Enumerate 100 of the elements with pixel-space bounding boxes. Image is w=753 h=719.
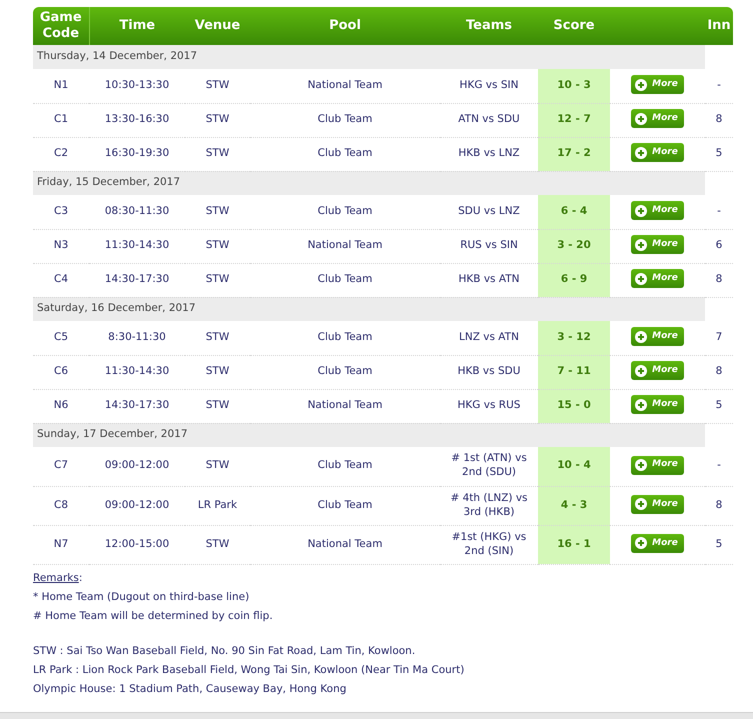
innings-text: - bbox=[717, 204, 721, 218]
score-header: Score bbox=[553, 18, 595, 33]
more-button[interactable]: More bbox=[631, 201, 684, 220]
more-button[interactable]: More bbox=[631, 456, 684, 475]
venue-address: LR Park : Lion Rock Park Baseball Field, Wong Tai Sin, Kowloon (Near Tin Ma Court) bbox=[33, 662, 464, 678]
pool-text: Club Team bbox=[318, 272, 372, 286]
teams-text: HKB vs ATN bbox=[458, 272, 520, 286]
pool-text: National Team bbox=[308, 398, 382, 412]
pool-text: Club Team bbox=[318, 112, 372, 126]
innings-text: 6 bbox=[716, 238, 722, 252]
teams-header: Teams bbox=[466, 18, 512, 33]
venue-text: STW bbox=[206, 398, 230, 412]
remarks-heading: Remarks: bbox=[33, 570, 82, 586]
more-button[interactable]: More bbox=[631, 109, 684, 128]
game-code: C6 bbox=[54, 364, 68, 378]
more-button[interactable]: More bbox=[631, 75, 684, 94]
score-text: 12 - 7 bbox=[557, 112, 591, 126]
time-header: Time bbox=[119, 18, 156, 33]
score-text: 3 - 20 bbox=[557, 238, 591, 252]
innings-text: 8 bbox=[716, 498, 722, 512]
plus-icon bbox=[635, 112, 648, 125]
game-time: 16:30-19:30 bbox=[104, 146, 170, 160]
venue-text: STW bbox=[206, 238, 230, 252]
game-time: 14:30-17:30 bbox=[104, 272, 170, 286]
pool-text: Club Team bbox=[318, 458, 372, 472]
teams-text: LNZ vs ATN bbox=[459, 330, 519, 344]
more-button[interactable]: More bbox=[631, 269, 684, 288]
venue-address: Olympic House: 1 Stadium Path, Causeway Bay, Hong Kong bbox=[33, 682, 346, 696]
venue-text: STW bbox=[206, 78, 230, 92]
score-text: 17 - 2 bbox=[557, 146, 591, 160]
game-code: C3 bbox=[54, 204, 68, 218]
innings-text: 5 bbox=[716, 536, 722, 551]
innings-text: - bbox=[717, 458, 721, 472]
game-code: N6 bbox=[54, 398, 68, 412]
inn-header: Inn bbox=[707, 18, 731, 33]
teams-text: HKB vs LNZ bbox=[458, 146, 520, 160]
game-code: N7 bbox=[54, 536, 68, 551]
pool-text: National Team bbox=[308, 78, 382, 92]
date-row: Saturday, 16 December, 2017 bbox=[33, 297, 705, 321]
plus-icon bbox=[635, 537, 648, 550]
teams-text: HKG vs SIN bbox=[460, 78, 518, 92]
score-text: 3 - 12 bbox=[557, 330, 591, 344]
teams-text: #1st (HKG) vs 2nd (SIN) bbox=[450, 530, 528, 558]
score-text: 6 - 9 bbox=[560, 272, 588, 286]
game-code: C7 bbox=[54, 458, 68, 472]
more-button[interactable]: More bbox=[631, 361, 684, 380]
more-button[interactable]: More bbox=[631, 534, 684, 553]
code-header: Game Code bbox=[40, 10, 82, 41]
remark-text: * Home Team (Dugout on third-base line) bbox=[33, 590, 250, 604]
game-time: 14:30-17:30 bbox=[104, 398, 170, 412]
game-code: C2 bbox=[54, 146, 68, 160]
innings-text: 8 bbox=[716, 364, 722, 378]
more-button[interactable]: More bbox=[631, 235, 684, 254]
remark-text: # Home Team will be determined by coin flip. bbox=[33, 608, 273, 624]
game-time: 08:30-11:30 bbox=[104, 204, 170, 218]
pool-text: Club Team bbox=[318, 498, 372, 512]
score-text: 6 - 4 bbox=[560, 204, 588, 218]
teams-text: ATN vs SDU bbox=[458, 112, 520, 126]
game-time: 12:00-15:00 bbox=[104, 536, 170, 551]
more-button[interactable]: More bbox=[631, 327, 684, 346]
score-text: 16 - 1 bbox=[557, 536, 591, 551]
score-text: 10 - 4 bbox=[557, 458, 591, 472]
score-text: 15 - 0 bbox=[557, 398, 591, 412]
venue-text: STW bbox=[206, 204, 230, 218]
game-time: 09:00-12:00 bbox=[104, 458, 170, 472]
game-time: 11:30-14:30 bbox=[104, 238, 170, 252]
innings-text: 7 bbox=[716, 330, 722, 344]
more-button[interactable]: More bbox=[631, 494, 684, 514]
game-code: C4 bbox=[54, 272, 68, 286]
score-text: 4 - 3 bbox=[560, 498, 588, 512]
venue-text: STW bbox=[206, 146, 230, 160]
teams-text: HKB vs SDU bbox=[458, 364, 520, 378]
pool-text: Club Team bbox=[318, 330, 372, 344]
plus-icon bbox=[635, 78, 648, 91]
teams-text: RUS vs SIN bbox=[460, 238, 518, 252]
pool-header: Pool bbox=[329, 18, 361, 33]
more-button[interactable]: More bbox=[631, 395, 684, 414]
innings-text: 5 bbox=[716, 398, 722, 412]
more-button[interactable]: More bbox=[631, 143, 684, 162]
pool-text: Club Team bbox=[318, 364, 372, 378]
game-time: 11:30-14:30 bbox=[104, 364, 170, 378]
plus-icon bbox=[635, 398, 648, 411]
pool-text: National Team bbox=[308, 536, 382, 551]
score-text: 10 - 3 bbox=[557, 78, 591, 92]
teams-text: # 1st (ATN) vs 2nd (SDU) bbox=[450, 451, 528, 480]
venue-header: Venue bbox=[194, 18, 240, 33]
game-time: 09:00-12:00 bbox=[104, 498, 170, 512]
game-code: N1 bbox=[54, 78, 68, 92]
plus-icon bbox=[635, 364, 648, 377]
venue-address: STW : Sai Tso Wan Baseball Field, No. 90 Sin Fat Road, Lam Tin, Kowloon. bbox=[33, 644, 416, 658]
game-code: C1 bbox=[54, 112, 68, 126]
innings-text: - bbox=[717, 78, 721, 92]
teams-text: HKG vs RUS bbox=[458, 398, 520, 412]
date-row: Sunday, 17 December, 2017 bbox=[33, 423, 705, 447]
pool-text: National Team bbox=[308, 238, 382, 252]
venue-text: STW bbox=[206, 364, 230, 378]
game-code: C8 bbox=[54, 498, 68, 512]
score-text: 7 - 11 bbox=[557, 364, 591, 378]
plus-icon bbox=[635, 238, 648, 251]
plus-icon bbox=[635, 272, 648, 285]
